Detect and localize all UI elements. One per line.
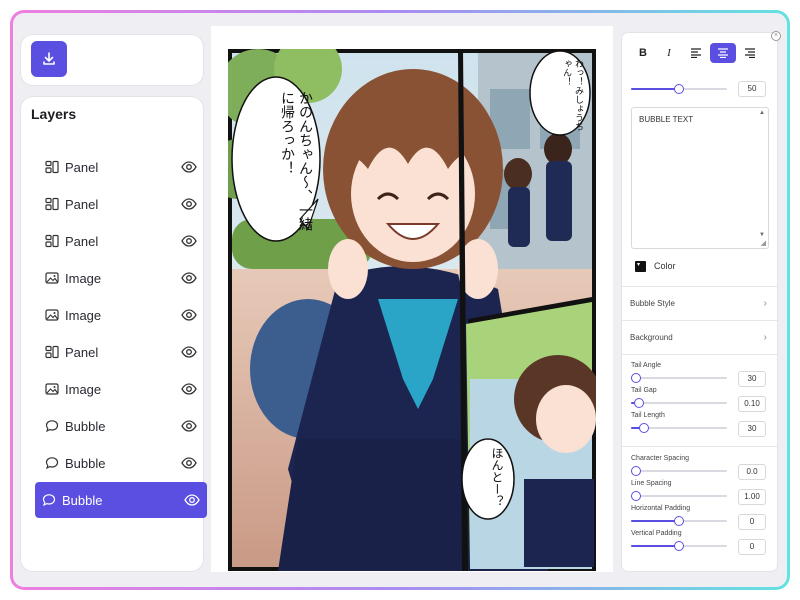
properties-panel: B I 50 BUBBLE TEXT ▲ ▼ ◢ ▾ Color Bubble … xyxy=(622,33,777,571)
layer-item-bubble[interactable]: Bubble xyxy=(35,482,207,518)
layer-item-label: Panel xyxy=(65,196,99,212)
bold-button[interactable]: B xyxy=(630,43,656,63)
tail-length-label: Tail Length xyxy=(631,412,665,419)
app-body: Layers Panel Panel Panel Image Image Panel Ima… xyxy=(13,13,787,587)
tail-angle-input[interactable]: 30 xyxy=(738,371,766,387)
tail-angle-label: Tail Angle xyxy=(631,362,661,369)
tail-length-slider[interactable] xyxy=(631,423,727,433)
eye-icon[interactable] xyxy=(184,492,200,508)
chevron-down-icon: ▾ xyxy=(637,262,641,268)
layer-item-panel[interactable]: Panel xyxy=(38,334,204,370)
align-center-icon xyxy=(718,48,728,58)
chevron-right-icon: › xyxy=(763,332,767,343)
character-spacing-input[interactable]: 0.0 xyxy=(738,464,766,480)
close-icon[interactable]: × xyxy=(771,31,781,41)
horizontal-padding-input[interactable]: 0 xyxy=(738,514,766,530)
layer-item-label: Panel xyxy=(65,233,99,249)
panel-icon xyxy=(45,196,61,212)
image-icon xyxy=(45,381,61,397)
layer-item-label: Bubble xyxy=(65,418,106,434)
character-spacing-label: Character Spacing xyxy=(631,455,689,462)
bubble-icon xyxy=(45,418,61,434)
toolbar-card xyxy=(21,35,203,85)
layer-item-panel[interactable]: Panel xyxy=(38,186,204,222)
panel-icon xyxy=(45,344,61,360)
eye-icon[interactable] xyxy=(181,159,197,175)
eye-icon[interactable] xyxy=(181,418,197,434)
color-label: Color xyxy=(654,261,676,271)
layers-panel: Layers Panel Panel Panel Image Image Panel Ima… xyxy=(21,97,207,571)
horizontal-padding-label: Horizontal Padding xyxy=(631,505,691,512)
panel-icon xyxy=(45,233,61,249)
layer-item-image[interactable]: Image xyxy=(38,297,204,333)
eye-icon[interactable] xyxy=(181,381,197,397)
eye-icon[interactable] xyxy=(181,233,197,249)
eye-icon[interactable] xyxy=(181,307,197,323)
align-right-icon xyxy=(745,48,755,58)
bubble-icon xyxy=(45,455,61,471)
line-spacing-input[interactable]: 1.00 xyxy=(738,489,766,505)
layer-item-image[interactable]: Image xyxy=(38,260,204,296)
eye-icon[interactable] xyxy=(181,344,197,360)
vertical-padding-input[interactable]: 0 xyxy=(738,539,766,555)
font-size-slider[interactable] xyxy=(631,84,727,94)
image-icon xyxy=(45,307,61,323)
speech-bubble-text[interactable]: かのんちゃん〜、一緒に帰ろっか！ xyxy=(242,91,314,231)
layer-item-label: Image xyxy=(65,307,102,323)
line-spacing-slider[interactable] xyxy=(631,491,727,501)
background-label: Background xyxy=(630,333,673,342)
align-right-button[interactable] xyxy=(737,43,763,63)
font-size-input[interactable]: 50 xyxy=(738,81,766,97)
tail-gap-slider[interactable] xyxy=(631,398,727,408)
eye-icon[interactable] xyxy=(181,270,197,286)
layer-item-label: Image xyxy=(65,381,102,397)
layer-item-image[interactable]: Image xyxy=(38,371,204,407)
resize-handle-icon[interactable]: ◢ xyxy=(761,239,766,247)
speech-bubble-text[interactable]: ほんとー？ xyxy=(472,447,504,517)
download-button[interactable] xyxy=(31,41,67,77)
line-spacing-label: Line Spacing xyxy=(631,480,672,487)
layer-item-bubble[interactable]: Bubble xyxy=(38,445,204,481)
vertical-padding-slider[interactable] xyxy=(631,541,727,551)
bubble-text-value: BUBBLE TEXT xyxy=(639,115,694,124)
vertical-padding-label: Vertical Padding xyxy=(631,530,682,537)
speech-bubble-text[interactable]: わっ！みしょうちゃん！ xyxy=(540,59,584,131)
image-icon xyxy=(45,270,61,286)
tail-length-input[interactable]: 30 xyxy=(738,421,766,437)
align-left-button[interactable] xyxy=(683,43,709,63)
layer-item-label: Panel xyxy=(65,159,99,175)
layer-item-label: Bubble xyxy=(62,492,103,508)
align-left-icon xyxy=(691,48,701,58)
panel-icon xyxy=(45,159,61,175)
bubble-style-section[interactable]: Bubble Style › xyxy=(622,286,777,320)
textarea-scroll-up-icon[interactable]: ▲ xyxy=(759,110,765,116)
layer-item-bubble[interactable]: Bubble xyxy=(38,408,204,444)
layer-item-label: Bubble xyxy=(65,455,106,471)
tail-angle-slider[interactable] xyxy=(630,373,727,383)
align-center-button[interactable] xyxy=(710,43,736,63)
layer-item-panel[interactable]: Panel xyxy=(38,149,204,185)
chevron-right-icon: › xyxy=(763,298,767,309)
tail-gap-label: Tail Gap xyxy=(631,387,657,394)
bubble-icon xyxy=(42,492,58,508)
app-frame: Layers Panel Panel Panel Image Image Panel Ima… xyxy=(10,10,790,590)
horizontal-padding-slider[interactable] xyxy=(631,516,727,526)
italic-button[interactable]: I xyxy=(656,43,682,63)
color-swatch[interactable]: ▾ xyxy=(635,261,646,272)
textarea-scroll-down-icon[interactable]: ▼ xyxy=(759,232,765,238)
character-spacing-slider[interactable] xyxy=(631,466,727,476)
download-icon xyxy=(43,52,55,65)
tail-gap-input[interactable]: 0.10 xyxy=(738,396,766,412)
bubble-text-input[interactable]: BUBBLE TEXT ▲ ▼ ◢ xyxy=(631,107,769,249)
background-section[interactable]: Background › xyxy=(622,320,777,354)
eye-icon[interactable] xyxy=(181,196,197,212)
eye-icon[interactable] xyxy=(181,455,197,471)
bubble-style-label: Bubble Style xyxy=(630,299,675,308)
layers-title: Layers xyxy=(31,106,77,122)
layer-item-label: Image xyxy=(65,270,102,286)
layer-item-label: Panel xyxy=(65,344,99,360)
comic-page[interactable]: かのんちゃん〜、一緒に帰ろっか！ わっ！みしょうちゃん！ ほんとー？ xyxy=(228,49,596,571)
layer-item-panel[interactable]: Panel xyxy=(38,223,204,259)
canvas-area[interactable]: かのんちゃん〜、一緒に帰ろっか！ わっ！みしょうちゃん！ ほんとー？ xyxy=(211,26,613,572)
